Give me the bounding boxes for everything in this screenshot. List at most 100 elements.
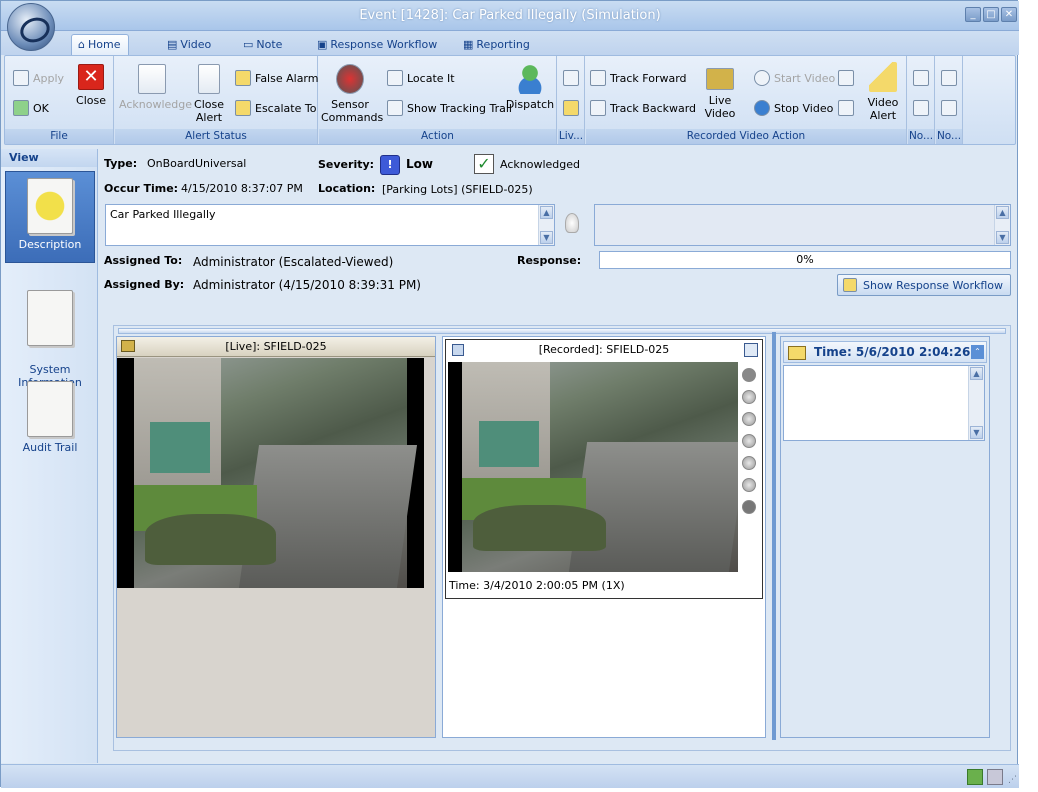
collapse-icon[interactable]: ⌃ <box>971 345 984 359</box>
group-label-alert-status: Alert Status <box>115 129 317 144</box>
start-video-button[interactable]: Start Video <box>754 70 835 86</box>
video-camera-icon <box>706 68 734 90</box>
tab-home[interactable]: ⌂ Home <box>71 34 130 55</box>
video-alert-icon <box>869 62 897 92</box>
tab-video[interactable]: ▤ Video <box>161 34 219 55</box>
track-forward-icon <box>590 70 606 86</box>
rewind-button[interactable] <box>742 456 756 470</box>
type-label: Type: <box>104 157 138 170</box>
group-label-note-2: No... <box>936 129 962 144</box>
sidebar-item-description[interactable]: Description <box>5 171 95 263</box>
audit-trail-icon <box>27 381 73 437</box>
recorded-time: Time: 3/4/2010 2:00:05 PM (1X) <box>449 579 625 592</box>
occur-time-label: Occur Time: <box>104 182 179 195</box>
splitter-top[interactable] <box>118 328 1006 334</box>
recorded-video-pane: [Recorded]: SFIELD-025 Time: 3/4/2010 2:… <box>442 336 766 738</box>
sidebar-item-audit-trail[interactable]: Audit Trail <box>5 375 95 455</box>
live-camera-feed[interactable] <box>117 358 424 588</box>
note-image-button[interactable] <box>913 100 929 116</box>
live-alert-button[interactable] <box>563 100 579 116</box>
description-textbox[interactable]: Car Parked Illegally ▲ ▼ <box>105 204 555 246</box>
escalate-icon <box>235 100 251 116</box>
camera-snapshot-button[interactable] <box>838 70 854 86</box>
description-panel: Type: OnBoardUniversal Severity: ! Low ✓… <box>99 149 1017 763</box>
assigned-to-value: Administrator (Escalated-Viewed) <box>193 255 394 269</box>
track-forward-button[interactable]: Track Forward <box>590 70 687 86</box>
refresh-icon[interactable] <box>967 769 983 785</box>
note-icon: ▭ <box>243 37 254 51</box>
description-text: Car Parked Illegally <box>110 208 216 221</box>
live-alert-icon <box>563 100 579 116</box>
escalate-to-button[interactable]: Escalate To <box>235 100 316 116</box>
live-video-button[interactable]: Live Video <box>692 64 748 120</box>
film-button[interactable] <box>838 100 854 116</box>
false-alarm-button[interactable]: False Alarm <box>235 70 318 86</box>
video-icon: ▤ <box>167 37 178 51</box>
copy-icon <box>941 70 957 86</box>
live-snapshot-button[interactable] <box>563 70 579 86</box>
ribbon-group-action: Sensor Commands Locate It Show Tracking … <box>319 56 557 144</box>
image-icon <box>913 100 929 116</box>
new-note-button[interactable] <box>913 70 929 86</box>
edit-icon[interactable] <box>744 343 758 357</box>
response-progress-bar: 0% <box>599 251 1011 269</box>
minimize-button[interactable]: _ <box>965 7 981 22</box>
step-back-button[interactable] <box>742 478 756 492</box>
recorded-camera-feed[interactable] <box>448 362 738 572</box>
live-video-header: [Live]: SFIELD-025 <box>117 337 435 357</box>
ribbon-group-note-1: No... <box>908 56 935 144</box>
locate-it-button[interactable]: Locate It <box>387 70 455 86</box>
track-backward-button[interactable]: Track Backward <box>590 100 696 116</box>
group-label-note-1: No... <box>908 129 934 144</box>
close-window-button[interactable]: ✕ <box>1001 7 1017 22</box>
description-scrollbar[interactable]: ▲ ▼ <box>538 205 554 245</box>
video-alert-button[interactable]: Video Alert <box>862 62 904 122</box>
tab-response-workflow[interactable]: ▣ Response Workflow <box>311 34 445 55</box>
maximize-button[interactable]: □ <box>983 7 999 22</box>
response-label: Response: <box>517 254 582 267</box>
stop-playback-button[interactable] <box>742 412 756 426</box>
notes-scrollbar[interactable]: ▲ ▼ <box>994 205 1010 245</box>
sidebar-item-system-information[interactable]: System Information <box>5 271 95 389</box>
dispatch-button[interactable]: Dispatch <box>505 64 555 111</box>
locate-icon <box>387 70 403 86</box>
assigned-to-label: Assigned To: <box>104 254 183 267</box>
acknowledge-button[interactable]: Acknowledge <box>119 64 192 111</box>
ribbon-group-file: Apply OK ✕ Close File <box>5 56 114 144</box>
app-orb-button[interactable] <box>7 3 55 51</box>
ribbon-group-live: Liv... <box>558 56 585 144</box>
ribbon-tabs: ⌂ Home ▤ Video ▭ Note ▣ Response Workflow ▦ R… <box>1 31 1019 55</box>
show-tracking-trail-button[interactable]: Show Tracking Trail <box>387 100 512 116</box>
note-textbox[interactable]: ▲ ▼ <box>783 365 985 441</box>
pause-button[interactable] <box>742 390 756 404</box>
stop-icon <box>754 100 770 116</box>
note-icon <box>788 346 806 360</box>
sidebar-header: View <box>1 149 97 167</box>
record-button[interactable] <box>742 368 756 382</box>
show-response-workflow-button[interactable]: Show Response Workflow <box>837 274 1011 296</box>
acknowledged-checkbox[interactable]: ✓ <box>474 154 494 174</box>
sensor-commands-button[interactable]: Sensor Commands <box>321 64 383 124</box>
play-icon <box>754 70 770 86</box>
step-forward-button[interactable] <box>742 500 756 514</box>
event-window: Event [1428]: Car Parked Illegally (Simu… <box>0 0 1019 788</box>
close-button[interactable]: ✕ Close <box>71 64 111 107</box>
resize-grip-icon[interactable]: ⋰ <box>1008 775 1017 785</box>
tab-note[interactable]: ▭ Note <box>237 34 290 55</box>
close-icon: ✕ <box>78 64 104 90</box>
stop-video-button[interactable]: Stop Video <box>754 100 833 116</box>
tab-reporting[interactable]: ▦ Reporting <box>457 34 538 55</box>
notes-textbox[interactable]: ▲ ▼ <box>594 204 1011 246</box>
ok-button[interactable]: OK <box>13 100 49 116</box>
location-label: Location: <box>318 182 376 195</box>
apply-button[interactable]: Apply <box>13 70 64 86</box>
response-value: 0% <box>796 253 814 266</box>
splitter-right[interactable] <box>772 332 776 740</box>
copy-note-button[interactable] <box>941 70 957 86</box>
ok-icon <box>13 100 29 116</box>
edit-note-button[interactable] <box>941 100 957 116</box>
fast-forward-button[interactable] <box>742 434 756 448</box>
printer-icon[interactable] <box>987 769 1003 785</box>
close-alert-button[interactable]: Close Alert <box>189 64 229 124</box>
note-scrollbar[interactable]: ▲ ▼ <box>968 366 984 440</box>
